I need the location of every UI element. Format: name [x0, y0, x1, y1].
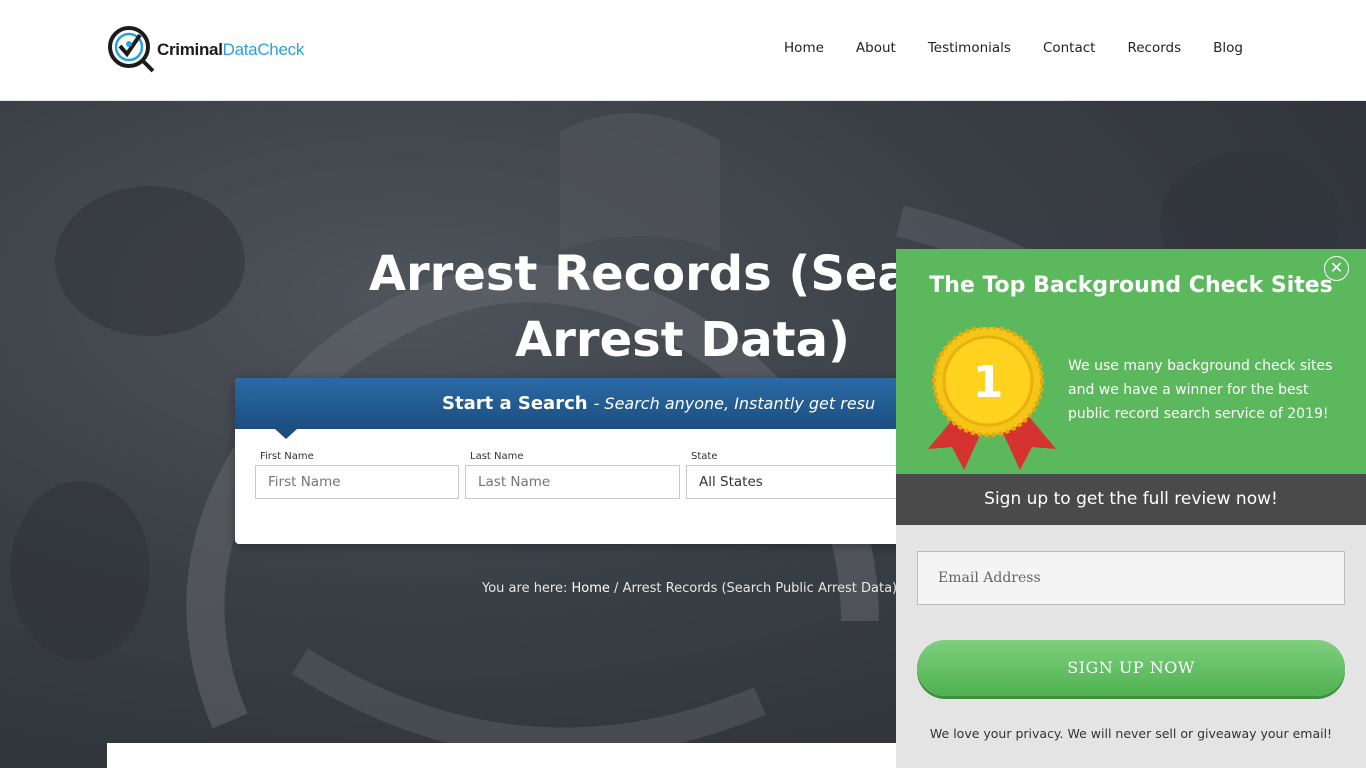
breadcrumb: You are here: Home / Arrest Records (Sea… [482, 581, 897, 596]
search-header-notch [275, 429, 297, 439]
popup-title: The Top Background Check Sites [929, 273, 1333, 298]
nav-home[interactable]: Home [784, 40, 824, 56]
state-select[interactable]: All States ▼ [686, 465, 926, 499]
nav-about[interactable]: About [856, 40, 896, 56]
popup-description: We use many background check sites and w… [1068, 358, 1333, 422]
nav-contact[interactable]: Contact [1043, 40, 1096, 56]
medal-number: 1 [973, 357, 1004, 408]
close-icon[interactable]: ✕ [1324, 256, 1349, 281]
content-card [107, 743, 907, 768]
state-label: State [691, 451, 718, 462]
first-name-field-group: First Name [255, 451, 459, 499]
email-input[interactable]: Email Address [917, 551, 1345, 605]
award-medal-icon: 1 [928, 327, 1056, 470]
breadcrumb-current: Arrest Records (Search Public Arrest Dat… [622, 581, 898, 596]
state-field-group: State All States ▼ [686, 451, 926, 499]
main-nav: Home About Testimonials Contact Records … [752, 40, 1243, 56]
sign-up-button[interactable]: SIGN UP NOW [917, 640, 1345, 696]
first-name-input[interactable] [255, 465, 459, 499]
breadcrumb-home-link[interactable]: Home [572, 581, 610, 596]
breadcrumb-prefix: You are here: [482, 581, 568, 596]
nav-blog[interactable]: Blog [1213, 40, 1243, 56]
logo-text: CriminalDataCheck [157, 40, 305, 59]
site-logo[interactable]: CriminalDataCheck [107, 25, 304, 75]
search-widget-header: Start a Search - Search anyone, Instantl… [235, 378, 935, 429]
search-widget: Start a Search - Search anyone, Instantl… [235, 378, 935, 544]
last-name-field-group: Last Name [465, 451, 680, 499]
breadcrumb-separator: / [614, 581, 619, 596]
privacy-note: We love your privacy. We will never sell… [929, 726, 1333, 741]
popup-cta-band: Sign up to get the full review now! [896, 474, 1366, 525]
popup-green-panel: The Top Background Check Sites ✕ 1 We us… [896, 249, 1366, 474]
last-name-label: Last Name [470, 451, 524, 462]
logo-checkmark-icon [108, 26, 155, 73]
search-title: Start a Search [442, 393, 588, 414]
last-name-input[interactable] [465, 465, 680, 499]
site-header: CriminalDataCheck Home About Testimonial… [0, 0, 1366, 101]
signup-popup: The Top Background Check Sites ✕ 1 We us… [896, 249, 1366, 768]
state-select-value: All States [699, 474, 763, 490]
first-name-label: First Name [260, 451, 314, 462]
nav-testimonials[interactable]: Testimonials [928, 40, 1011, 56]
nav-records[interactable]: Records [1127, 40, 1181, 56]
search-subtitle: - Search anyone, Instantly get resu [593, 394, 876, 413]
